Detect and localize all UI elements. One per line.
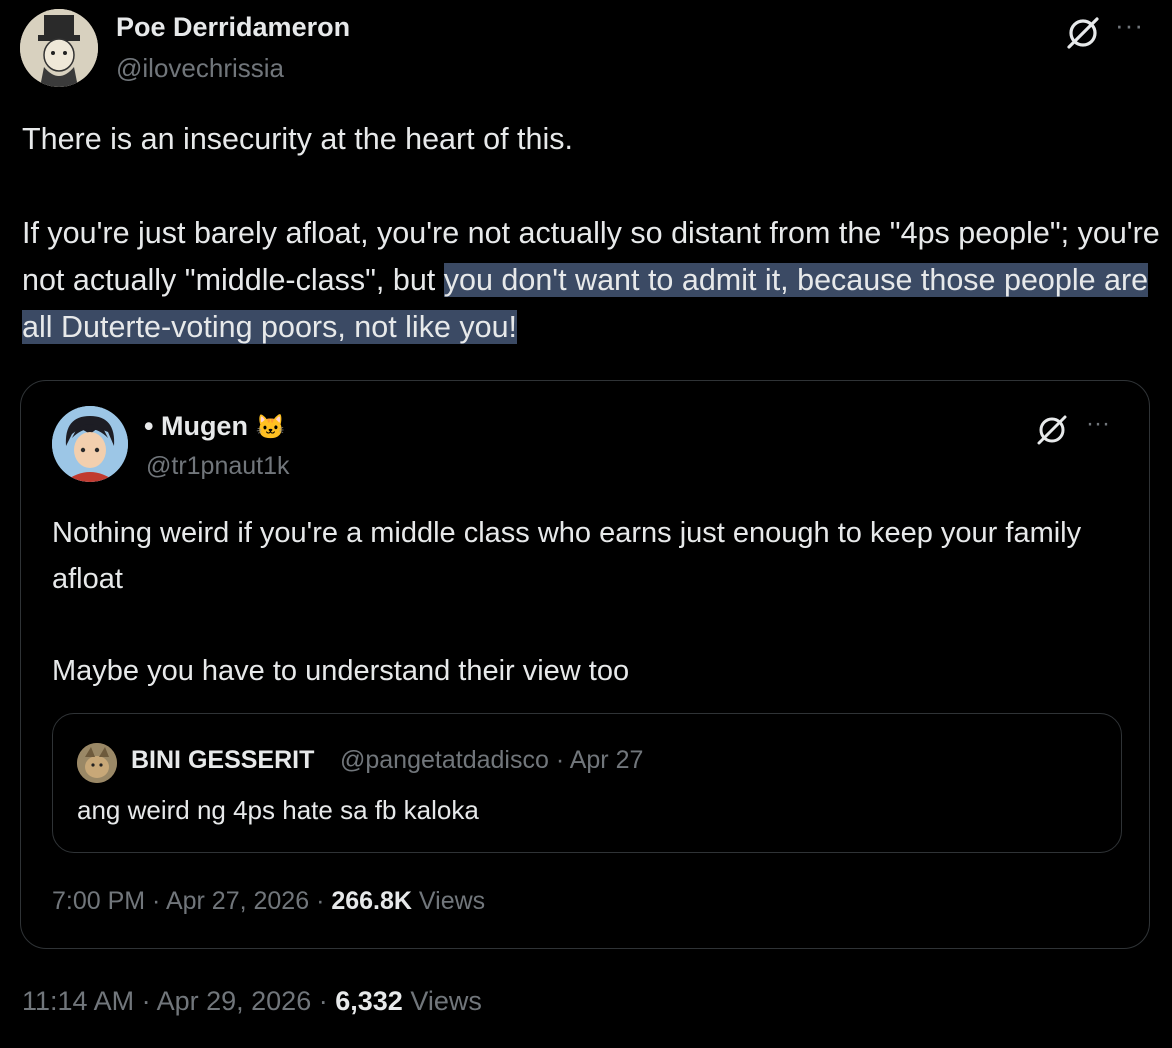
avatar-illustration [52,406,128,482]
quoted-views-count: 266.8K [331,887,412,915]
tweet-footer: 11:14 AM · Apr 29, 2026 · 6,332 Views [22,986,482,1016]
nested-author-avatar[interactable] [77,743,117,783]
tweet-text: There is an insecurity at the heart of t… [22,116,1162,351]
quoted-author-avatar[interactable] [52,406,128,482]
quoted-date[interactable]: Apr 27, 2026 [166,887,309,915]
cat-emoji-icon: 🐱 [255,414,286,441]
quoted-tweet-text: Nothing weird if you're a middle class w… [52,510,1132,694]
grok-icon[interactable] [1034,412,1070,448]
avatar-illustration [20,9,98,87]
nested-author-handle[interactable]: @pangetatdadisco [340,746,549,774]
nested-date: Apr 27 [569,746,644,774]
grok-icon[interactable] [1064,14,1102,52]
nested-author-name[interactable]: BINI GESSERIT [131,746,314,775]
quoted-author-name[interactable]: • Mugen 🐱 [144,411,285,442]
nested-quote-text: ang weird ng 4ps hate sa fb kaloka [77,795,479,825]
more-options-icon[interactable]: ··· [1115,10,1144,41]
author-name[interactable]: Poe Derridameron [116,12,350,43]
quoted-time[interactable]: 7:00 PM [52,887,145,915]
nested-quote-card[interactable] [52,713,1122,853]
tweet-paragraph-2: If you're just barely afloat, you're not… [22,210,1162,351]
nested-author-meta: @pangetatdadisco · Apr 27 [340,746,644,774]
tweet-time[interactable]: 11:14 AM [22,986,134,1016]
author-avatar[interactable] [20,9,98,87]
quoted-author-handle[interactable]: @tr1pnaut1k [146,452,290,481]
quoted-views-label: Views [418,887,486,915]
quoted-paragraph-1: Nothing weird if you're a middle class w… [52,517,1082,595]
quoted-author-name-text: • Mugen [144,411,248,441]
tweet-paragraph-1: There is an insecurity at the heart of t… [22,122,573,156]
tweet-date[interactable]: Apr 29, 2026 [157,986,312,1016]
author-handle[interactable]: @ilovechrissia [116,53,284,84]
avatar-illustration [77,743,117,783]
quoted-paragraph-2: Maybe you have to understand their view … [52,655,630,687]
more-options-icon[interactable]: ··· [1086,410,1110,438]
quoted-tweet-footer: 7:00 PM · Apr 27, 2026 · 266.8K Views [52,887,486,915]
tweet-views-count: 6,332 [335,986,403,1016]
tweet-views-label: Views [410,986,482,1016]
